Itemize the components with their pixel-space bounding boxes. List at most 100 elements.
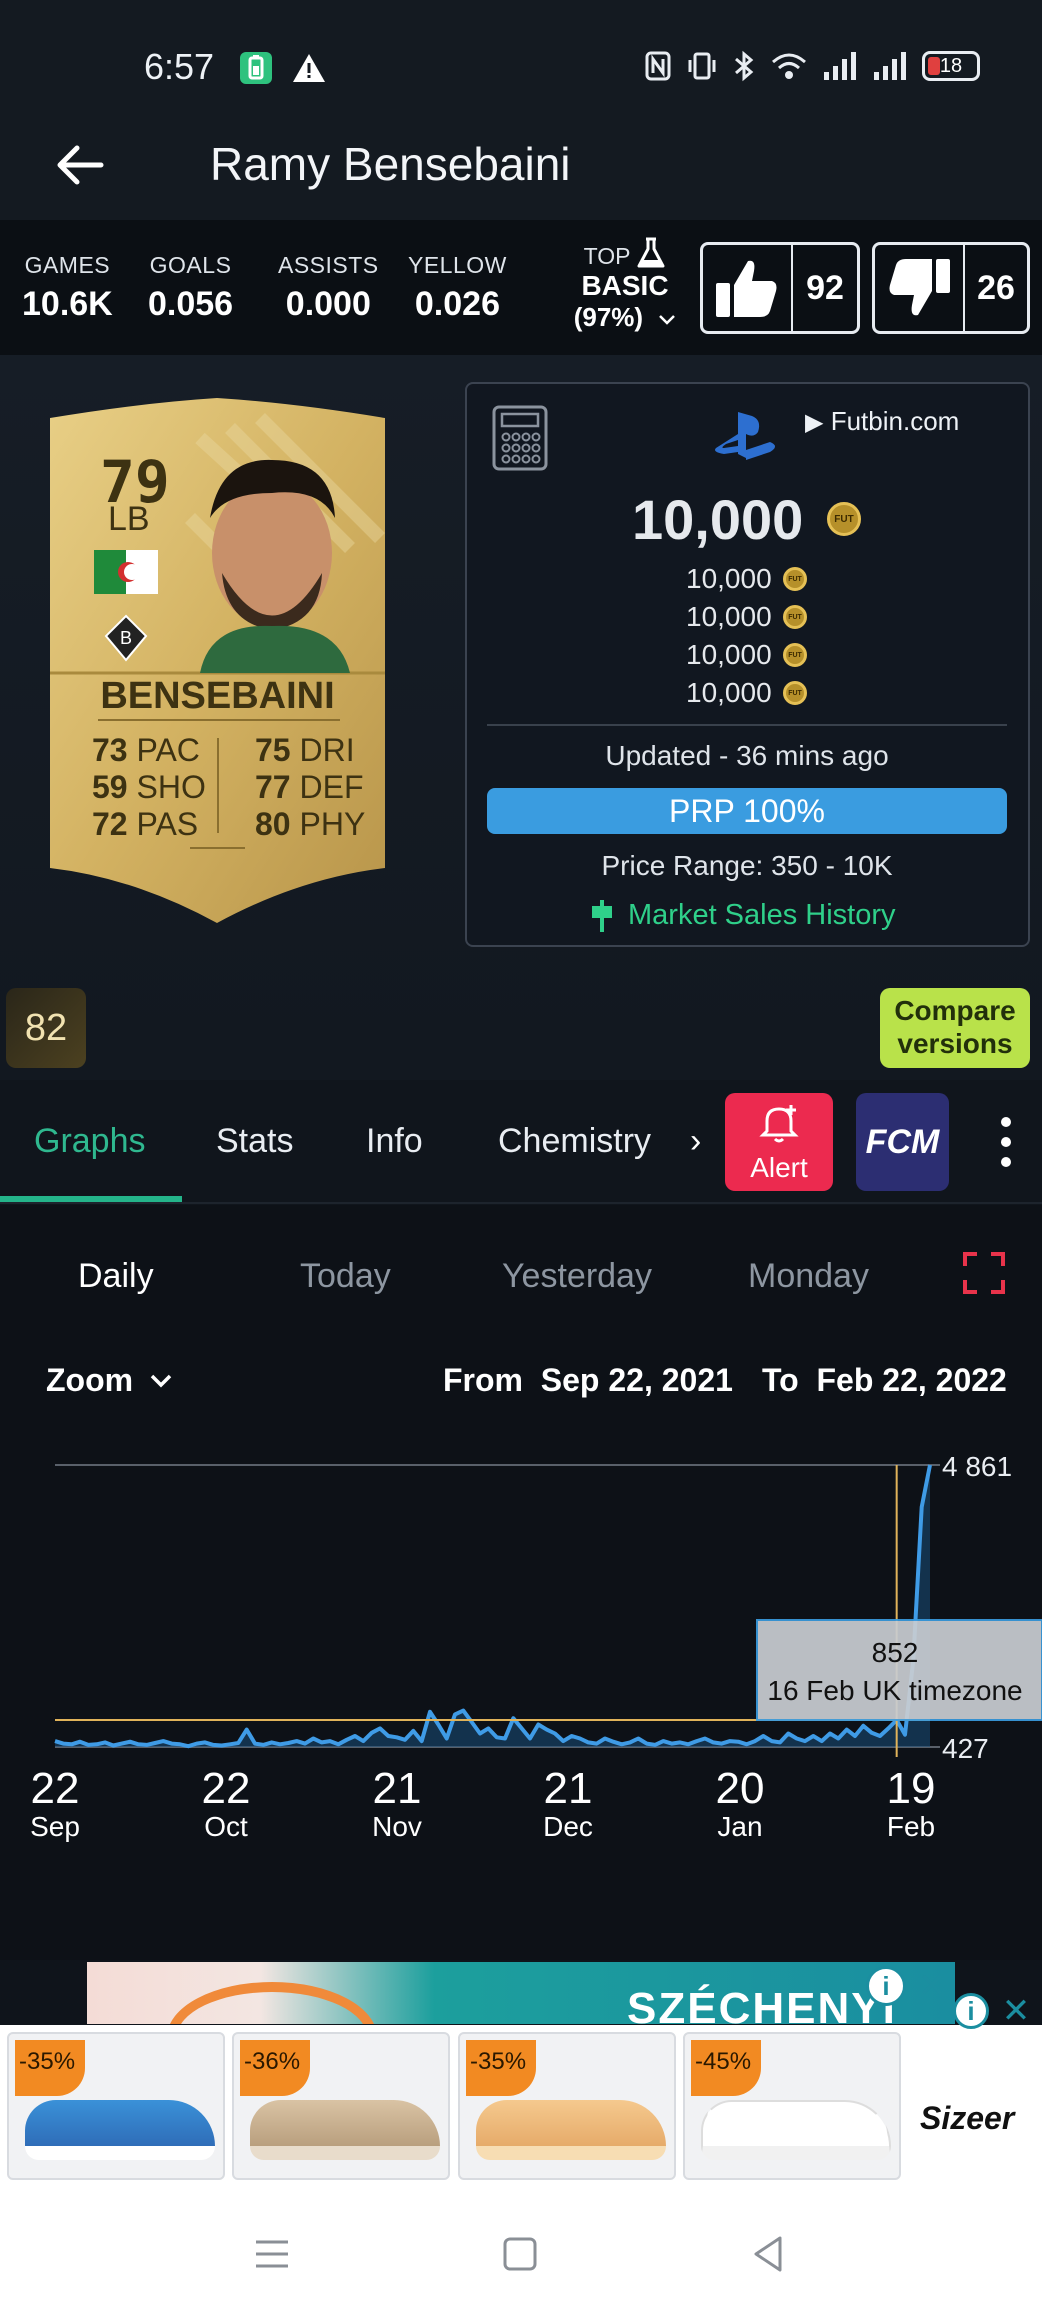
ad-product[interactable]: -45% [683, 2032, 901, 2180]
play-store-icon: ▶ [805, 409, 824, 436]
back-arrow-icon[interactable] [55, 140, 105, 190]
market-sales-history-link[interactable]: Market Sales History [590, 898, 896, 932]
flask-icon [637, 237, 665, 268]
card-position: LB [108, 500, 150, 538]
fcm-button[interactable]: FCM [856, 1093, 949, 1191]
calculator-icon[interactable] [492, 405, 548, 471]
playstation-icon[interactable] [712, 408, 782, 464]
ad-brand-logo: Sizeer [920, 2100, 1015, 2136]
fullscreen-icon[interactable] [963, 1252, 1005, 1294]
stat-games: GAMES 10.6K [22, 252, 113, 323]
thumbs-up-icon [716, 260, 777, 317]
tooltip-label: 16 Feb UK timezone [767, 1675, 1022, 1706]
card-player-name: BENSEBAINI [100, 675, 335, 717]
range-monday[interactable]: Monday [748, 1257, 869, 1296]
x-tick-month: Oct [204, 1811, 248, 1842]
x-tick-month: Sep [30, 1811, 80, 1842]
y-max-label: 4 861 [942, 1451, 1012, 1482]
page-title: Ramy Bensebaini [210, 138, 571, 190]
card-attr-dri: 75 DRI [255, 732, 355, 768]
ad-info-icon[interactable]: i [866, 1966, 906, 2006]
x-tick-day: 22 [31, 1764, 80, 1813]
like-button[interactable]: 92 [700, 242, 860, 334]
x-tick-month: Nov [372, 1811, 422, 1842]
ad-info-icon[interactable]: i [953, 1993, 989, 2029]
current-price: 10,000 [632, 488, 804, 551]
back-icon[interactable] [746, 2232, 790, 2276]
tab-graphs[interactable]: Graphs [34, 1122, 146, 1161]
card-attr-pas: 72 PAS [92, 806, 199, 842]
alert-button[interactable]: Alert [725, 1093, 833, 1191]
tab-info[interactable]: Info [366, 1122, 423, 1161]
x-tick-day: 19 [887, 1764, 936, 1813]
x-tick-day: 22 [202, 1764, 251, 1813]
range-today[interactable]: Today [300, 1257, 391, 1296]
menu-icon[interactable] [250, 2232, 294, 2276]
ad-close-icon[interactable]: ✕ [912, 1966, 952, 2006]
price-chart[interactable]: 85216 Feb UK timezone4 86142722Sep22Oct2… [0, 1440, 1042, 1860]
card-attr-phy: 80 PHY [255, 806, 366, 842]
date-from[interactable]: From Sep 22, 2021 [443, 1362, 733, 1399]
price-4: 10,000 [686, 677, 772, 708]
warning-icon [292, 52, 325, 84]
thumbs-down-icon [889, 259, 950, 316]
signal-icon [824, 52, 856, 80]
status-time: 6:57 [144, 46, 215, 87]
signal-icon-2 [874, 52, 906, 80]
price-3: 10,000 [686, 639, 772, 670]
tooltip-value: 852 [872, 1637, 919, 1668]
ad-product[interactable]: -36% [232, 2032, 450, 2180]
ad-product[interactable]: -35% [458, 2032, 676, 2180]
tab-stats[interactable]: Stats [216, 1122, 293, 1161]
x-tick-month: Feb [887, 1811, 935, 1842]
chevron-right-icon[interactable]: › [690, 1122, 701, 1161]
wifi-icon [772, 53, 806, 79]
bluetooth-icon [735, 50, 754, 82]
card-attr-pac: 73 PAC [92, 732, 200, 768]
ad-close-icon[interactable]: ✕ [996, 1991, 1036, 2031]
chevron-down-icon [150, 1374, 172, 1387]
x-tick-day: 21 [373, 1764, 422, 1813]
coin-icon: FUT [783, 681, 807, 705]
more-options-icon[interactable] [996, 1116, 1016, 1168]
chevron-down-icon [659, 315, 676, 325]
coin-icon: FUT [783, 567, 807, 591]
ad-banner[interactable]: SZÉCHENYI [87, 1962, 955, 2024]
nfc-icon [645, 51, 671, 81]
divider [487, 724, 1007, 726]
signpost-icon [592, 900, 612, 932]
price-source: ▶ Futbin.com [805, 406, 960, 436]
stat-assists: ASSISTS 0.000 [278, 252, 379, 323]
vibrate-icon [688, 52, 716, 80]
card-attr-sho: 59 SHO [92, 769, 206, 805]
divider [0, 1202, 1042, 1204]
price-range: Price Range: 350 - 10K [601, 850, 893, 881]
home-icon[interactable] [498, 2232, 542, 2276]
dislike-button[interactable]: 26 [872, 242, 1030, 334]
coin-icon: FUT [783, 605, 807, 629]
top-basic-selector[interactable]: TOP BASIC (97%) [560, 236, 690, 333]
rating-badge[interactable]: 82 [6, 988, 86, 1068]
x-tick-day: 20 [716, 1764, 765, 1813]
price-1: 10,000 [686, 563, 772, 594]
price-2: 10,000 [686, 601, 772, 632]
coin-icon: FUT [783, 643, 807, 667]
x-tick-month: Jan [717, 1811, 762, 1842]
range-yesterday[interactable]: Yesterday [502, 1257, 652, 1296]
date-to[interactable]: To Feb 22, 2022 [762, 1362, 1007, 1399]
stat-goals: GOALS 0.056 [148, 252, 234, 323]
card-attr-def: 77 DEF [255, 769, 364, 805]
updated-text: Updated - 36 mins ago [605, 740, 889, 771]
coin-icon: FUT [827, 502, 861, 536]
ad-product[interactable]: -35% [7, 2032, 225, 2180]
status-icons: 18 [644, 50, 980, 82]
battery-saver-icon [240, 52, 272, 84]
bell-plus-icon [759, 1105, 799, 1143]
x-tick-month: Dec [543, 1811, 593, 1842]
compare-versions-button[interactable]: Compare versions [880, 988, 1030, 1068]
zoom-dropdown[interactable]: Zoom [46, 1362, 173, 1399]
y-min-label: 427 [942, 1733, 989, 1764]
tab-chemistry[interactable]: Chemistry [498, 1122, 651, 1161]
range-daily[interactable]: Daily [78, 1257, 154, 1296]
svg-text:B: B [120, 628, 132, 648]
